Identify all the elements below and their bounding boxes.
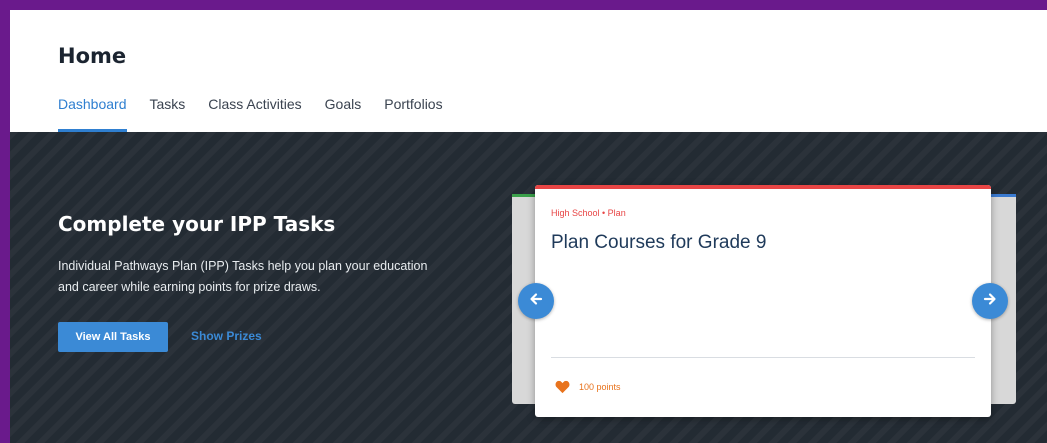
- arrow-left-icon: [528, 291, 544, 312]
- card-title: Plan Courses for Grade 9: [551, 232, 767, 253]
- arrow-right-icon: [982, 291, 998, 312]
- carousel-next-button[interactable]: [972, 283, 1008, 319]
- hero-description: Individual Pathways Plan (IPP) Tasks hel…: [58, 259, 428, 294]
- app-frame: Home Dashboard Tasks Class Activities Go…: [10, 10, 1047, 443]
- page-header: Home Dashboard Tasks Class Activities Go…: [10, 10, 1047, 132]
- hero-banner: Complete your IPP Tasks Individual Pathw…: [10, 132, 1047, 443]
- card-category: High School • Plan: [551, 208, 626, 218]
- task-card[interactable]: High School • Plan Plan Courses for Grad…: [535, 185, 991, 417]
- hero-title: Complete your IPP Tasks: [58, 212, 336, 236]
- carousel-prev-button[interactable]: [518, 283, 554, 319]
- page-title: Home: [58, 44, 127, 68]
- tab-portfolios[interactable]: Portfolios: [384, 96, 442, 132]
- tab-bar: Dashboard Tasks Class Activities Goals P…: [58, 96, 466, 132]
- tab-goals[interactable]: Goals: [325, 96, 362, 132]
- points-label: 100 points: [579, 382, 621, 392]
- tab-tasks[interactable]: Tasks: [150, 96, 186, 132]
- tab-class-activities[interactable]: Class Activities: [208, 96, 301, 132]
- tab-dashboard[interactable]: Dashboard: [58, 96, 127, 132]
- heart-icon: [555, 380, 570, 394]
- points-row: 100 points: [555, 380, 621, 394]
- card-divider: [551, 357, 975, 358]
- card-accent-bar: [535, 185, 991, 189]
- view-all-tasks-button[interactable]: View All Tasks: [58, 322, 168, 352]
- show-prizes-link[interactable]: Show Prizes: [191, 329, 262, 343]
